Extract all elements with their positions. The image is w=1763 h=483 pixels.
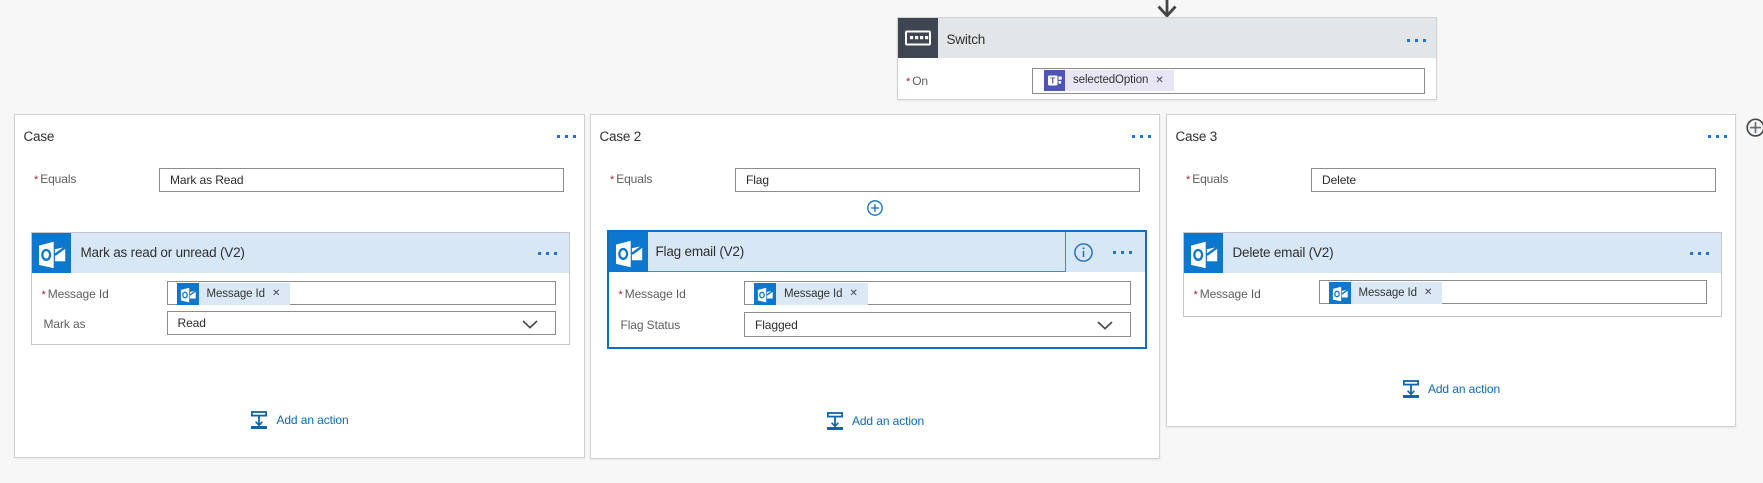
svg-text:T: T: [1050, 75, 1056, 85]
